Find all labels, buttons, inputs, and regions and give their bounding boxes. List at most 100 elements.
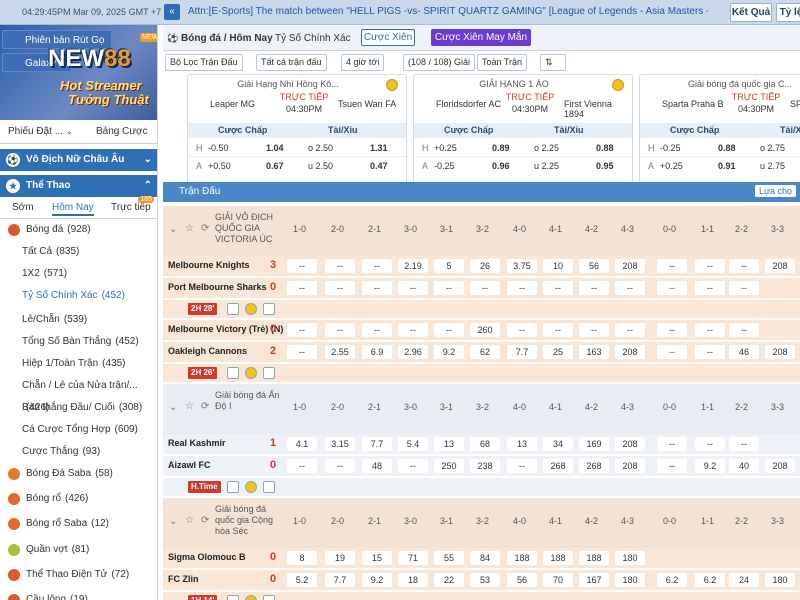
odds-cell[interactable]: 208 (765, 259, 795, 273)
odds-cell[interactable]: -- (398, 281, 428, 295)
odds-cell[interactable]: 208 (765, 459, 795, 473)
tab-betslip[interactable]: Phiếu Đặt ... (8, 126, 63, 137)
odds-cell[interactable]: 5.2 (287, 573, 317, 587)
odds-cell[interactable]: -- (729, 323, 759, 337)
highlight-card[interactable]: Giải bóng đá quốc gia C... Sparta Praha B… (639, 74, 800, 196)
odds-cell[interactable]: -- (362, 259, 392, 273)
odds-button[interactable]: Tỷ lệ (776, 3, 800, 22)
odds-cell[interactable]: -- (325, 259, 355, 273)
odds-cell[interactable]: 84 (470, 551, 500, 565)
period-filter[interactable]: Toàn Trận (477, 54, 528, 71)
odds-cell[interactable]: 13 (507, 437, 537, 451)
sidebar-item[interactable]: Tỷ Số Chính Xác (452) (0, 285, 157, 307)
tab-bet-board[interactable]: Bảng Cược (96, 126, 148, 137)
coin-icon[interactable] (245, 367, 257, 379)
tab-live[interactable]: Trực tiếp (111, 202, 151, 213)
odds-cell[interactable]: 10 (543, 259, 573, 273)
odds-cell[interactable]: 53 (470, 573, 500, 587)
odds-cell[interactable]: 18 (398, 573, 428, 587)
odds-cell[interactable]: -- (695, 281, 725, 295)
lucky-parlay-button[interactable]: Cược Xiên May Mắn (431, 29, 531, 46)
odds-cell[interactable]: 56 (579, 259, 609, 273)
sidebar-item[interactable]: Cá Cược Tổng Hợp (609) (0, 419, 157, 441)
refresh-icon[interactable]: ⟳ (201, 515, 209, 526)
odds-cell[interactable]: 208 (615, 437, 645, 451)
star-icon[interactable]: ☆ (185, 401, 194, 412)
odds-cell[interactable]: 13 (434, 437, 464, 451)
odds-cell[interactable]: -- (287, 323, 317, 337)
odds-cell[interactable]: -- (657, 323, 687, 337)
match-filter[interactable]: Tất cả trận đấu (256, 54, 327, 71)
stats-icon[interactable] (227, 367, 239, 379)
odds-cell[interactable]: 6.9 (362, 345, 392, 359)
odds-cell[interactable]: 8 (287, 551, 317, 565)
sidebar-item[interactable]: Bóng đá (928) (0, 219, 157, 241)
sidebar-item[interactable]: Hiệp 1/Toàn Trận (435) (0, 353, 157, 375)
sidebar-item[interactable]: Cầu lông (19) (0, 589, 157, 600)
coin-icon[interactable] (245, 303, 257, 315)
odds-cell[interactable]: 188 (507, 551, 537, 565)
sort-icon[interactable]: ⇅ (540, 54, 566, 71)
refresh-icon[interactable]: ⟳ (201, 401, 209, 412)
parlay-button[interactable]: Cược Xiên (361, 29, 415, 46)
odds-cell[interactable]: -- (657, 437, 687, 451)
odds-cell[interactable]: 208 (765, 345, 795, 359)
odds-cell[interactable]: -- (287, 345, 317, 359)
odds-cell[interactable]: -- (543, 281, 573, 295)
odds-cell[interactable]: 5 (434, 259, 464, 273)
home-odds-row[interactable]: H -0.25 0.88 o 2.75 (640, 141, 800, 157)
announcement-marquee[interactable]: Attn:[E-Sports] The match between "HELL … (188, 6, 708, 20)
odds-cell[interactable]: 188 (543, 551, 573, 565)
stats-icon[interactable] (227, 595, 239, 600)
coin-icon[interactable] (245, 595, 257, 600)
odds-cell[interactable]: 7.7 (507, 345, 537, 359)
odds-cell[interactable]: -- (615, 323, 645, 337)
odds-cell[interactable]: -- (729, 437, 759, 451)
home-odds-row[interactable]: H +0.25 0.89 o 2.25 0.88 (414, 141, 632, 157)
odds-cell[interactable]: 250 (434, 459, 464, 473)
odds-cell[interactable]: -- (657, 281, 687, 295)
odds-cell[interactable]: 40 (729, 459, 759, 473)
sidebar-item[interactable]: Bóng Đá Saba (58) (0, 463, 157, 485)
odds-cell[interactable]: -- (615, 281, 645, 295)
odds-cell[interactable]: 26 (470, 259, 500, 273)
odds-cell[interactable]: -- (362, 281, 392, 295)
highlight-card[interactable]: Giải Hạng Nhì Hồng Kô... Leaper MG TRỰC TI… (187, 74, 407, 196)
odds-cell[interactable]: 260 (470, 323, 500, 337)
promo-banner[interactable]: Phiên bản Rút Gọ Galaxy NEW88 NEW Hot St… (0, 25, 157, 120)
options-button[interactable]: Lựa chọ (754, 185, 796, 197)
away-odds-row[interactable]: A +0.50 0.67 u 2.50 0.47 (188, 159, 406, 175)
highlight-card[interactable]: GIẢI HẠNG 1 ÁO Floridsdorfer AC TRỰC TIẾP 0… (413, 74, 633, 196)
collapse-icon[interactable]: ⌄ (169, 224, 177, 235)
market-select[interactable]: Tỷ Số Chính Xác (275, 33, 351, 44)
odds-cell[interactable]: 163 (579, 345, 609, 359)
sidebar-item[interactable]: Bóng rổ Saba (12) (0, 513, 157, 535)
home-odds-row[interactable]: H -0.50 1.04 o 2.50 1.31 (188, 141, 406, 157)
chart-icon[interactable] (263, 595, 275, 600)
odds-cell[interactable]: -- (470, 281, 500, 295)
odds-cell[interactable]: -- (695, 345, 725, 359)
odds-cell[interactable]: 5.4 (398, 437, 428, 451)
chevron-down-icon[interactable]: ⌄ (66, 127, 73, 136)
odds-cell[interactable]: -- (657, 345, 687, 359)
odds-cell[interactable]: -- (695, 323, 725, 337)
odds-cell[interactable]: 208 (615, 259, 645, 273)
odds-cell[interactable]: 3.15 (325, 437, 355, 451)
odds-cell[interactable]: 208 (615, 345, 645, 359)
odds-cell[interactable]: -- (657, 459, 687, 473)
sidebar-item[interactable]: 1X2 (571) (0, 263, 157, 285)
league-filter[interactable]: Bộ Lọc Trận Đấu (165, 54, 243, 71)
star-icon[interactable]: ☆ (185, 223, 194, 234)
tab-today[interactable]: Hôm Nay (52, 202, 94, 216)
time-filter[interactable]: 4 giờ tới (341, 54, 385, 71)
odds-cell[interactable]: -- (507, 323, 537, 337)
odds-cell[interactable]: 6.2 (695, 573, 725, 587)
odds-cell[interactable]: 2.19 (398, 259, 428, 273)
section-sports[interactable]: ★ Thể Thao ⌃ (0, 175, 157, 197)
odds-cell[interactable]: -- (287, 459, 317, 473)
odds-cell[interactable]: 19 (325, 551, 355, 565)
sidebar-item[interactable]: Bóng rổ (426) (0, 488, 157, 510)
odds-cell[interactable]: 180 (765, 573, 795, 587)
league-count[interactable]: (108 / 108) Giải (403, 54, 476, 71)
sidebar-item[interactable]: Lẻ/Chẵn (539) (0, 309, 157, 331)
